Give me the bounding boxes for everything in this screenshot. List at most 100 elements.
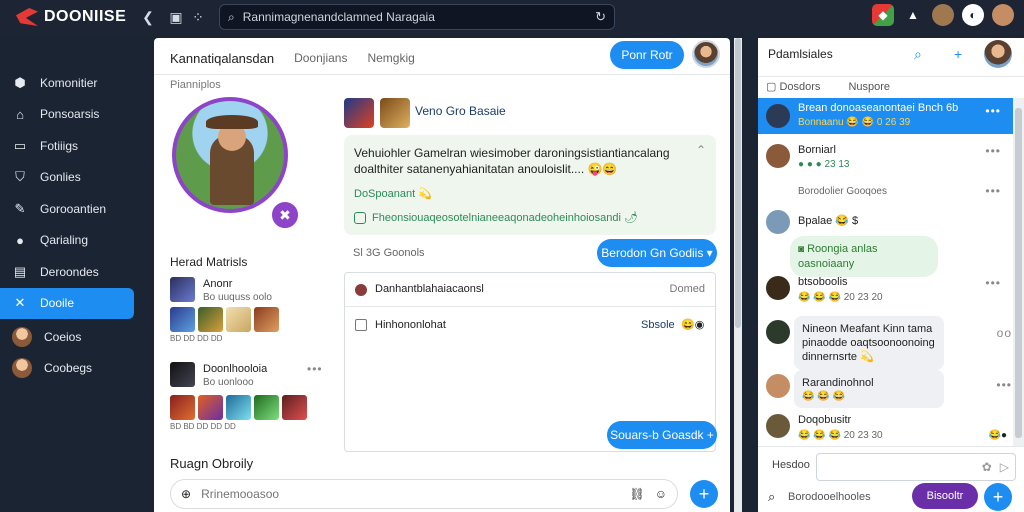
card-icon[interactable] [380, 98, 410, 128]
post-note: Fheonsiouaqeosotelnianeeaqonadeoheinhoio… [354, 211, 638, 225]
chat-item[interactable]: Brean donoaseanontaei Bnch 6b Bonnaanu 😂… [758, 98, 1013, 134]
account-avatar-icon[interactable] [992, 4, 1014, 26]
tab-doonjians[interactable]: Doonjians [294, 51, 347, 65]
sidebar-item-coobegs[interactable]: Coobegs [0, 353, 134, 385]
avatar[interactable] [984, 40, 1012, 68]
more-icon[interactable]: ••• [985, 276, 1001, 290]
breadcrumb: Sl 3G Goonols [353, 247, 425, 259]
sidebar-item-coeios[interactable]: Coeios [0, 321, 134, 353]
thumbnail[interactable] [254, 395, 279, 420]
chat-item[interactable]: Doqobusitr 😂 😂 😂 20 23 30 😂● [758, 410, 1013, 446]
tab-dosdors[interactable]: ▢ Dosdors [766, 80, 820, 93]
tab-nemgkig[interactable]: Nemgkig [367, 51, 414, 65]
panel-row-tag[interactable]: Sbsole [641, 319, 675, 331]
chat-item[interactable]: Borodolier Gooqoes ••• [758, 180, 1013, 206]
composer[interactable]: ⊕ ⛓ ☺ [170, 479, 678, 509]
message-input[interactable] [823, 461, 982, 473]
sticker-icon[interactable]: ☺ [655, 487, 667, 501]
card-title[interactable]: Veno Gro Basaie [415, 104, 506, 118]
composer-input[interactable] [201, 487, 620, 501]
sidebar-item-qarialing[interactable]: ● Qarialing [0, 225, 134, 257]
shield-icon: ⛉ [15, 169, 25, 185]
settings-icon[interactable]: ◐ [962, 4, 984, 26]
tab-overview[interactable]: Kannatiqalansdan [170, 51, 274, 66]
thumbnail[interactable] [254, 307, 279, 332]
more-icon[interactable]: ••• [996, 378, 1012, 392]
message-input-field[interactable]: ✿ ▷ [816, 453, 1016, 481]
chat-item[interactable]: Bpalae 😂 $ [758, 208, 1013, 236]
emoji-icon[interactable]: ✿ [982, 460, 992, 474]
play-icon[interactable]: ▷ [1000, 460, 1009, 474]
group-name[interactable]: Doonlhooloia [203, 363, 267, 375]
panel-row-label[interactable]: Hinhononlohat [375, 319, 446, 331]
avatar [12, 358, 32, 379]
group-sub: Bo uuquss oolo [203, 292, 272, 303]
primary-action-button[interactable]: Berodon Gn Godiis ▾ [597, 239, 717, 267]
thumbnail[interactable] [170, 307, 195, 332]
profile-avatar-icon[interactable] [932, 4, 954, 26]
chat-item[interactable]: btsoboolis 😂 😂 😂 20 23 20 ••• [758, 270, 1013, 310]
message-bubble[interactable]: Rarandinohnol 😂 😂 😂 [794, 370, 944, 408]
sidebar-item-gonlies[interactable]: ⛉ Gonlies [0, 162, 134, 194]
panel-row[interactable]: Danhantblahaiacaonsl Domed [345, 273, 715, 307]
more-icon[interactable]: ••• [985, 104, 1001, 118]
scroll-thumb[interactable] [1015, 108, 1022, 438]
card-icon[interactable] [344, 98, 374, 128]
footer-search-label[interactable]: Borodooelhooles [788, 491, 871, 503]
notification-icon[interactable]: ▲ [902, 4, 924, 26]
chat-item[interactable]: Borniarl ● ● ● 23 13 ••• [758, 138, 1013, 176]
avatar[interactable] [766, 374, 790, 398]
add-circle-icon[interactable]: ⊕ [181, 487, 191, 501]
thumbnail[interactable] [226, 307, 251, 332]
search-icon[interactable]: ⌕ [914, 46, 922, 63]
sidebar-item-deroondes[interactable]: ▤ Deroondes [0, 256, 134, 288]
search-input[interactable] [242, 10, 588, 24]
sidebar-item-fotiiigs[interactable]: ▭ Fotiiigs [0, 130, 134, 162]
checkbox[interactable] [355, 319, 367, 331]
app-name: DOONIISE [44, 8, 127, 25]
submit-button[interactable]: Bisooltr [912, 483, 978, 509]
post-link-row[interactable]: DoSpoanant 💫 [354, 187, 432, 200]
group-name[interactable]: Anonr [203, 278, 232, 290]
sidebar-item-komonitier[interactable]: ⬢ Komonitier [0, 67, 134, 99]
grid-icon[interactable]: ⁘ [187, 9, 209, 26]
sidebar-item-label: Qarialing [40, 233, 89, 248]
app-logo[interactable]: DOONIISE [0, 8, 137, 26]
thumbnail[interactable] [198, 395, 223, 420]
bookmark-icon[interactable]: ▣ [165, 9, 187, 26]
apps-icon[interactable]: ◆ [872, 4, 894, 26]
more-icon[interactable]: ••• [985, 184, 1001, 198]
hero-avatar[interactable] [172, 97, 288, 213]
main-panel: Kannatiqalansdan Doonjians Nemgkig Ponr … [154, 38, 730, 512]
search-bar[interactable]: ⌕ ↻ [219, 4, 615, 30]
tools-badge-icon[interactable]: ✖ [270, 200, 300, 230]
thumbnail[interactable] [198, 307, 223, 332]
attach-icon[interactable]: ⛓ [630, 487, 645, 501]
group-thumbnail[interactable] [170, 277, 195, 302]
secondary-action-button[interactable]: Souars-b Goasdk + [607, 421, 717, 449]
thumbnail[interactable] [170, 395, 195, 420]
back-icon[interactable]: ❮ [137, 9, 159, 26]
chat-sub: 😂 😂 😂 20 23 30 [798, 430, 883, 441]
group-thumbnail[interactable] [170, 362, 195, 387]
sidebar-item-ponsoarsis[interactable]: ⌂ Ponsoarsis [0, 99, 134, 131]
plus-icon[interactable]: + [954, 46, 962, 62]
search-icon[interactable]: ⌕ [768, 489, 775, 505]
add-button[interactable]: + [690, 480, 718, 508]
avatar[interactable] [692, 40, 720, 68]
more-icon[interactable]: oo [997, 326, 1012, 340]
thumbnail[interactable] [226, 395, 251, 420]
sidebar-item-gorooantien[interactable]: ✎ Gorooantien [0, 193, 134, 225]
more-icon[interactable]: ••• [985, 144, 1001, 158]
head-action-button[interactable]: Ponr Rotr [610, 41, 684, 69]
thumbnail[interactable] [282, 395, 307, 420]
add-button[interactable]: + [984, 483, 1012, 511]
sidebar-item-dooile[interactable]: ✕ Dooile [0, 287, 134, 319]
avatar[interactable] [766, 320, 790, 344]
collapse-icon[interactable]: ⌃ [696, 143, 706, 157]
scroll-thumb[interactable] [735, 38, 741, 328]
tab-nuspore[interactable]: Nuspore [848, 81, 890, 93]
message-bubble[interactable]: Nineon Meafant Kinn tama pinaodde oaqtso… [794, 316, 944, 370]
main-scrollbar[interactable] [734, 38, 742, 512]
refresh-icon[interactable]: ↻ [595, 9, 606, 25]
